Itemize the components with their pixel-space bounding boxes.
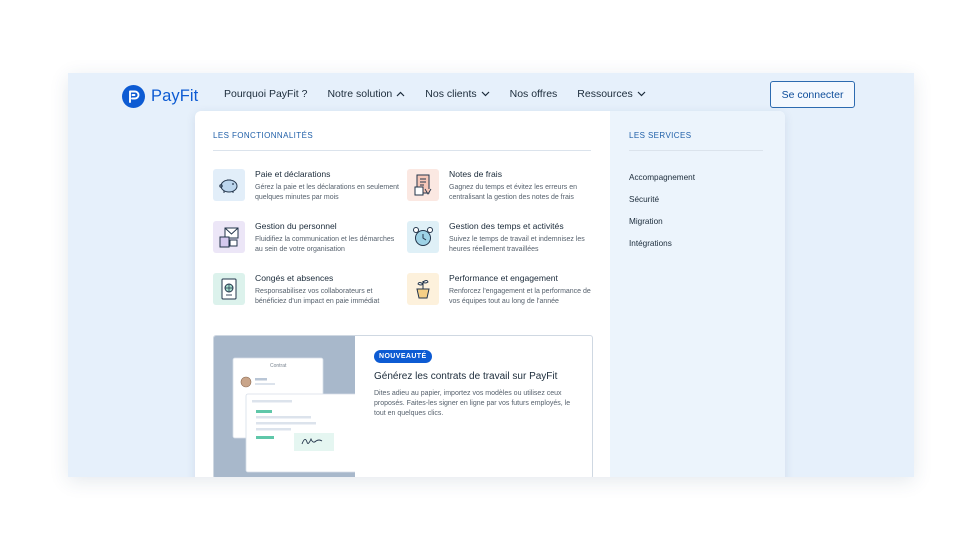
promo-description: Dites adieu au papier, importez vos modè…	[374, 390, 571, 417]
chevron-down-icon	[637, 91, 646, 97]
feature-description: Suivez le temps de travail et indemnisez…	[449, 236, 585, 253]
chevron-up-icon	[396, 91, 405, 97]
services-section-title: LES SERVICES	[629, 131, 692, 140]
page-frame: PayFit Pourquoi PayFit ? Notre solution …	[68, 73, 914, 477]
service-accompagnement[interactable]: Accompagnement	[629, 173, 695, 182]
contract-promo-card[interactable]: Contrat NOUVEAUTÉ Générez les contrats d	[213, 335, 593, 477]
nav-label: Ressources	[577, 88, 633, 100]
feature-temps-activites[interactable]: Gestion des temps et activités Suivez le…	[407, 221, 597, 255]
feature-description: Gagnez du temps et évitez les erreurs en…	[449, 184, 578, 201]
piggy-bank-icon	[213, 169, 245, 201]
feature-description: Renforcez l'engagement et la performance…	[449, 288, 591, 305]
promo-title: Générez les contrats de travail sur PayF…	[374, 371, 558, 382]
feature-gestion-personnel[interactable]: Gestion du personnel Fluidifiez la commu…	[213, 221, 403, 255]
services-panel: LES SERVICES Accompagnement Sécurité Mig…	[610, 111, 785, 477]
nav-notre-solution[interactable]: Notre solution	[327, 88, 405, 100]
nav-label: Nos offres	[509, 88, 558, 100]
login-button[interactable]: Se connecter	[770, 81, 855, 108]
service-integrations[interactable]: Intégrations	[629, 239, 672, 248]
service-migration[interactable]: Migration	[629, 217, 663, 226]
feature-title: Performance et engagement	[449, 273, 558, 283]
contract-label: Contrat	[270, 363, 287, 369]
new-badge: NOUVEAUTÉ	[374, 350, 432, 363]
feature-title: Paie et déclarations	[255, 169, 331, 179]
main-nav: Pourquoi PayFit ? Notre solution Nos cli…	[224, 88, 666, 100]
contract-illustration: Contrat	[214, 336, 367, 477]
feature-paie[interactable]: Paie et déclarations Gérez la paie et le…	[213, 169, 403, 203]
feature-conges-absences[interactable]: Congés et absences Responsabilisez vos c…	[213, 273, 403, 307]
feature-description: Gérez la paie et les déclarations en seu…	[255, 184, 399, 201]
service-securite[interactable]: Sécurité	[629, 195, 659, 204]
alarm-clock-icon	[407, 221, 439, 253]
services-divider	[629, 150, 763, 151]
nav-pourquoi-payfit[interactable]: Pourquoi PayFit ?	[224, 88, 307, 100]
nav-label: Pourquoi PayFit ?	[224, 88, 308, 100]
receipt-icon	[407, 169, 439, 201]
feature-title: Notes de frais	[449, 169, 503, 179]
feature-performance-engagement[interactable]: Performance et engagement Renforcez l'en…	[407, 273, 597, 307]
chevron-down-icon	[481, 91, 490, 97]
feature-description: Fluidifiez la communication et les démar…	[255, 236, 395, 253]
nav-nos-offres[interactable]: Nos offres	[510, 88, 558, 100]
features-divider	[213, 150, 591, 151]
plant-pot-icon	[407, 273, 439, 305]
nav-nos-clients[interactable]: Nos clients	[425, 88, 490, 100]
nav-ressources[interactable]: Ressources	[577, 88, 646, 100]
payfit-logo[interactable]: PayFit	[122, 84, 198, 108]
features-section-title: LES FONCTIONNALITÉS	[213, 131, 314, 140]
mail-document-icon	[213, 221, 245, 253]
feature-description: Responsabilisez vos collaborateurs et bé…	[255, 288, 380, 305]
passport-icon	[213, 273, 245, 305]
feature-title: Gestion des temps et activités	[449, 221, 564, 231]
nav-label: Notre solution	[327, 88, 393, 100]
feature-notes-de-frais[interactable]: Notes de frais Gagnez du temps et évitez…	[407, 169, 597, 203]
feature-title: Gestion du personnel	[255, 221, 337, 231]
payfit-logo-icon	[122, 84, 145, 108]
solution-dropdown: LES FONCTIONNALITÉS Paie et déclarations…	[195, 111, 785, 477]
logo-text: PayFit	[151, 86, 199, 105]
nav-label: Nos clients	[425, 88, 477, 100]
feature-title: Congés et absences	[255, 273, 334, 283]
